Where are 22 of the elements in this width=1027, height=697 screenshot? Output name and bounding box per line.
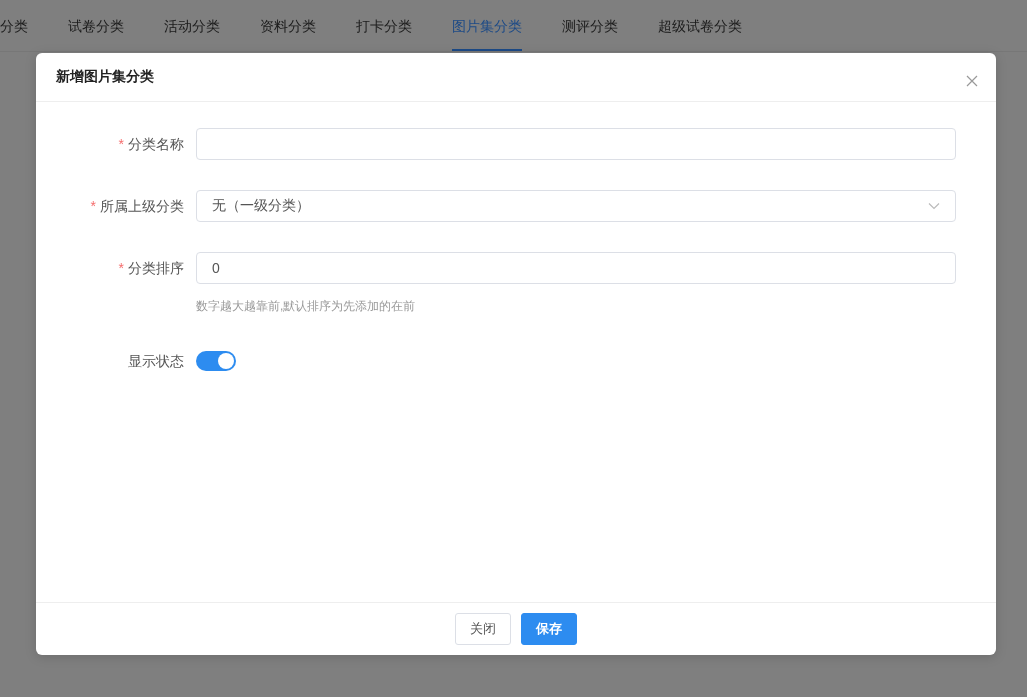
field-label: * 分类排序 bbox=[117, 259, 185, 278]
field-label: * 所属上级分类 bbox=[89, 197, 185, 216]
select-field[interactable]: 无（一级分类） bbox=[196, 190, 956, 222]
tab[interactable]: 打卡分类 bbox=[356, 0, 412, 51]
close-icon[interactable] bbox=[966, 75, 978, 87]
hint-text: 数字越大越靠前,默认排序为先添加的在前 bbox=[196, 298, 417, 315]
field-label: 显示状态 bbox=[127, 352, 185, 371]
chevron-down-icon bbox=[928, 202, 940, 210]
tab[interactable]: 分类 bbox=[0, 0, 28, 51]
close-button[interactable]: 关闭 bbox=[455, 613, 511, 645]
toggle-switch[interactable] bbox=[196, 351, 236, 371]
tab[interactable]: 图片集分类 bbox=[452, 0, 522, 51]
field-label: * 分类名称 bbox=[117, 135, 185, 154]
input-field[interactable]: 0 bbox=[196, 252, 956, 284]
dialog-title: 新增图片集分类 bbox=[56, 68, 154, 86]
tab[interactable]: 超级试卷分类 bbox=[658, 0, 742, 51]
tab[interactable]: 资料分类 bbox=[260, 0, 316, 51]
save-button[interactable]: 保存 bbox=[521, 613, 577, 645]
input-field[interactable] bbox=[196, 128, 956, 160]
tab[interactable]: 活动分类 bbox=[164, 0, 220, 51]
tab[interactable]: 测评分类 bbox=[562, 0, 618, 51]
tab[interactable]: 试卷分类 bbox=[68, 0, 124, 51]
